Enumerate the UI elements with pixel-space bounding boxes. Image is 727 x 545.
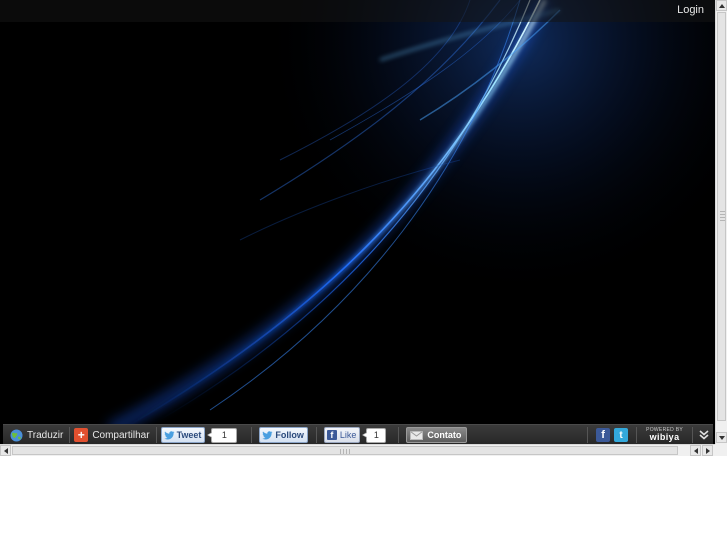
toolbar-divider <box>69 427 71 443</box>
wibiya-logo[interactable]: POWERED BY wibiya <box>646 428 683 442</box>
translate-button[interactable]: Traduzir <box>9 425 63 444</box>
envelope-icon <box>410 430 424 440</box>
scroll-right-arrow[interactable] <box>702 445 713 456</box>
toolbar-divider <box>636 427 638 443</box>
follow-button[interactable]: Follow <box>259 427 308 443</box>
translate-label: Traduzir <box>27 429 64 441</box>
vertical-scrollbar[interactable] <box>715 0 727 444</box>
plus-share-icon: + <box>74 428 89 442</box>
twitter-bird-icon <box>163 430 175 439</box>
wibiya-brand: wibiya <box>649 432 680 442</box>
scroll-left-arrow[interactable] <box>0 445 11 456</box>
facebook-icon[interactable]: f <box>596 428 611 442</box>
tweet-count: 1 <box>207 427 238 443</box>
twitter-bird-icon <box>262 430 273 439</box>
twitter-icon[interactable]: t <box>614 428 629 442</box>
page-viewport: Login Traduzir + Compartilhar Tweet 1 Fo… <box>0 0 715 444</box>
like-count: 1 <box>362 427 387 443</box>
contact-button[interactable]: Contato <box>406 427 468 443</box>
tweet-widget: Tweet 1 <box>160 425 238 444</box>
facebook-icon: f <box>326 430 337 440</box>
double-chevron-down-icon[interactable] <box>697 427 711 443</box>
wibiya-toolbar: Traduzir + Compartilhar Tweet 1 Follow f… <box>3 424 713 444</box>
horizontal-scrollbar[interactable] <box>0 444 715 456</box>
toolbar-divider <box>692 427 693 443</box>
login-link[interactable]: Login <box>677 4 704 16</box>
like-label: Like <box>339 430 357 440</box>
tweet-button[interactable]: Tweet <box>160 427 206 443</box>
toolbar-divider <box>398 427 400 443</box>
tweet-label: Tweet <box>176 430 202 440</box>
follow-widget: Follow <box>256 425 308 444</box>
share-button[interactable]: + Compartilhar <box>74 425 150 444</box>
toolbar-divider <box>251 427 253 443</box>
contact-widget: Contato <box>403 425 468 444</box>
toolbar-divider <box>315 427 317 443</box>
vertical-scroll-thumb[interactable] <box>717 12 726 421</box>
like-widget: f Like 1 <box>321 425 387 444</box>
horizontal-scroll-thumb[interactable] <box>12 446 678 455</box>
contact-label: Contato <box>427 430 462 440</box>
globe-icon <box>9 428 23 442</box>
scroll-down-arrow[interactable] <box>716 432 727 443</box>
top-bar: Login <box>0 0 715 22</box>
scrollbar-corner <box>715 444 727 456</box>
like-button[interactable]: f Like <box>323 427 361 443</box>
share-label: Compartilhar <box>92 429 150 441</box>
scroll-left-arrow-secondary[interactable] <box>690 445 701 456</box>
follow-label: Follow <box>275 430 304 440</box>
scroll-up-arrow[interactable] <box>716 0 727 11</box>
toolbar-divider <box>587 427 589 443</box>
toolbar-divider <box>155 427 157 443</box>
background-light-streaks <box>0 0 715 444</box>
